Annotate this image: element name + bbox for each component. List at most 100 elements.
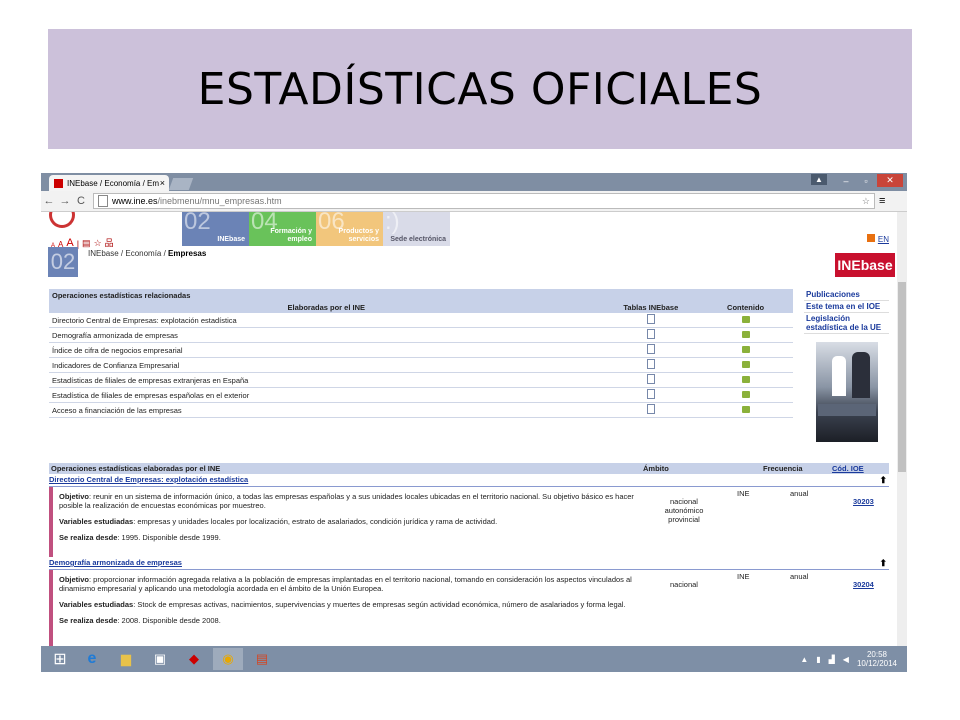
new-tab-button[interactable] — [168, 178, 194, 190]
operation-details: Objetivo: proporcionar información agreg… — [49, 570, 889, 646]
codigo-link[interactable]: 30204 — [853, 580, 874, 589]
table-doc-icon[interactable] — [646, 389, 655, 399]
operation-link[interactable]: Estadística de filiales de empresas espa… — [49, 387, 604, 403]
table-row: Estadística de filiales de empresas espa… — [49, 387, 793, 403]
url-path: /inebmenu/mnu_empresas.htm — [157, 196, 282, 206]
sidebar-link-legislacion[interactable]: Legislación estadística de la UE — [804, 313, 889, 334]
realiza-text: : 2008. Disponible desde 2008. — [117, 616, 221, 625]
section-formacion[interactable]: 04 Formación y empleo — [249, 212, 316, 246]
variables-text: : Stock de empresas activas, nacimientos… — [133, 600, 626, 609]
business-meeting-photo — [816, 342, 878, 442]
operation-title-link[interactable]: Demografía armonizada de empresas ⬆ — [49, 557, 889, 570]
content-book-icon[interactable] — [741, 405, 750, 413]
operation-link[interactable]: Estadísticas de filiales de empresas ext… — [49, 372, 604, 388]
reload-button[interactable]: C — [73, 195, 89, 207]
operations-header: Operaciones estadísticas elaboradas por … — [49, 463, 889, 474]
operation-link[interactable]: Acceso a financiación de las empresas — [49, 402, 604, 418]
operation-title[interactable]: Demografía armonizada de empresas — [49, 558, 182, 567]
objetivo-text: : reunir en un sistema de información ún… — [59, 492, 634, 510]
operation-link[interactable]: Indicadores de Confianza Empresarial — [49, 357, 604, 373]
volume-icon[interactable]: ◀ — [843, 655, 849, 664]
url-host: www.ine.es — [112, 196, 158, 206]
back-button[interactable]: ← — [41, 195, 57, 207]
tab-bar: INEbase / Economía / Em × ▲ – ▫ ✕ — [41, 173, 907, 191]
table-row: Estadísticas de filiales de empresas ext… — [49, 372, 793, 388]
content-book-icon[interactable] — [741, 390, 750, 398]
section-productos[interactable]: 06 Productos y servicios — [316, 212, 383, 246]
section-inebase[interactable]: 02 INEbase — [182, 212, 249, 246]
content-book-icon[interactable] — [741, 375, 750, 383]
table-doc-icon[interactable] — [646, 374, 655, 384]
browser-menu-icon[interactable]: ≡ — [879, 195, 885, 207]
acrobat-icon[interactable]: ◆ — [179, 648, 209, 670]
ine-logo-icon[interactable] — [49, 212, 75, 228]
maximize-button[interactable]: ▫ — [857, 174, 875, 187]
content-book-icon[interactable] — [741, 345, 750, 353]
web-page: A A A | ▤ ☆ 品 02 INEbase 04 Formación y … — [41, 212, 897, 646]
language-link[interactable]: EN — [866, 234, 889, 244]
objetivo-label: Objetivo — [59, 575, 90, 584]
chrome-icon[interactable]: ◉ — [213, 648, 243, 670]
back-to-top-icon[interactable]: ⬆ — [879, 474, 887, 486]
network-icon[interactable]: ▮ — [816, 655, 820, 664]
file-explorer-icon[interactable]: ▆ — [111, 648, 141, 670]
bookmark-star-icon[interactable]: ☆ — [862, 196, 870, 207]
operation-link[interactable]: Demografía armonizada de empresas — [49, 327, 604, 343]
variables-paragraph: Variables estudiadas: empresas y unidade… — [59, 517, 639, 526]
clock[interactable]: 20:58 10/12/2014 — [857, 650, 897, 668]
page-scrollbar[interactable] — [897, 212, 907, 646]
close-window-button[interactable]: ✕ — [877, 174, 903, 187]
codigo-link[interactable]: 30203 — [853, 497, 874, 506]
col-codigo[interactable]: Cód. IOE — [832, 464, 864, 473]
browser-toolbar: ← → C www.ine.es/inebmenu/mnu_empresas.h… — [41, 191, 907, 212]
table-doc-icon[interactable] — [646, 404, 655, 414]
sidebar-links: Publicaciones Este tema en el IOE Legisl… — [804, 289, 889, 334]
operation-details: Objetivo: reunir en un sistema de inform… — [49, 487, 889, 557]
windows-start-icon[interactable]: ⊞ — [47, 648, 73, 670]
ambito-value: nacional autonómico provincial — [664, 497, 704, 524]
content-book-icon[interactable] — [741, 360, 750, 368]
scrollbar-thumb[interactable] — [898, 282, 906, 472]
photo-person — [852, 352, 870, 398]
ambito-value: nacional — [670, 580, 698, 589]
tab-close-icon[interactable]: × — [160, 178, 165, 188]
variables-label: Variables estudiadas — [59, 517, 134, 526]
content-book-icon[interactable] — [741, 315, 750, 323]
forward-button[interactable]: → — [57, 195, 73, 207]
browser-tab[interactable]: INEbase / Economía / Em × — [49, 175, 169, 191]
operation-link[interactable]: Directorio Central de Empresas: explotac… — [49, 313, 604, 328]
related-title: Operaciones estadísticas relacionadas — [49, 289, 793, 301]
internet-explorer-icon[interactable]: e — [77, 648, 107, 670]
sidebar-link-publicaciones[interactable]: Publicaciones — [804, 289, 889, 301]
back-to-top-icon[interactable]: ⬆ — [879, 557, 887, 569]
variables-paragraph: Variables estudiadas: Stock de empresas … — [59, 600, 639, 609]
realiza-paragraph: Se realiza desde: 2008. Disponible desde… — [59, 616, 639, 625]
minimize-button[interactable]: – — [837, 174, 855, 187]
user-profile-button[interactable]: ▲ — [811, 174, 827, 185]
breadcrumb: INEbase / Economía / Empresas — [88, 249, 206, 258]
operation-link[interactable]: Índice de cifra de negocios empresarial — [49, 342, 604, 358]
operation-title[interactable]: Directorio Central de Empresas: explotac… — [49, 475, 248, 484]
photo-person — [832, 356, 846, 396]
table-doc-icon[interactable] — [646, 359, 655, 369]
content-book-icon[interactable] — [741, 330, 750, 338]
remote-desktop-icon[interactable]: ▣ — [145, 648, 175, 670]
section-label: INEbase — [217, 236, 245, 243]
browser-screenshot: INEbase / Economía / Em × ▲ – ▫ ✕ ← → C … — [41, 173, 907, 672]
operation-title-link[interactable]: Directorio Central de Empresas: explotac… — [49, 474, 889, 487]
table-doc-icon[interactable] — [646, 329, 655, 339]
realiza-label: Se realiza desde — [59, 616, 118, 625]
tab-title: INEbase / Economía / Em — [67, 178, 160, 188]
powerpoint-icon[interactable]: ▤ — [247, 648, 277, 670]
section-sede[interactable]: :) Sede electrónica — [383, 212, 450, 246]
breadcrumb-path[interactable]: INEbase / Economía / — [88, 249, 168, 258]
clock-time: 20:58 — [866, 650, 887, 659]
address-bar[interactable]: www.ine.es/inebmenu/mnu_empresas.htm ☆ — [93, 193, 875, 209]
operations-list: Operaciones estadísticas elaboradas por … — [49, 463, 889, 646]
signal-icon[interactable]: ▟ — [829, 655, 835, 664]
table-doc-icon[interactable] — [646, 314, 655, 324]
realiza-paragraph: Se realiza desde: 1995. Disponible desde… — [59, 533, 639, 542]
show-hidden-icons-icon[interactable]: ▲ — [800, 655, 808, 664]
table-doc-icon[interactable] — [646, 344, 655, 354]
sidebar-link-ioe[interactable]: Este tema en el IOE — [804, 301, 889, 313]
